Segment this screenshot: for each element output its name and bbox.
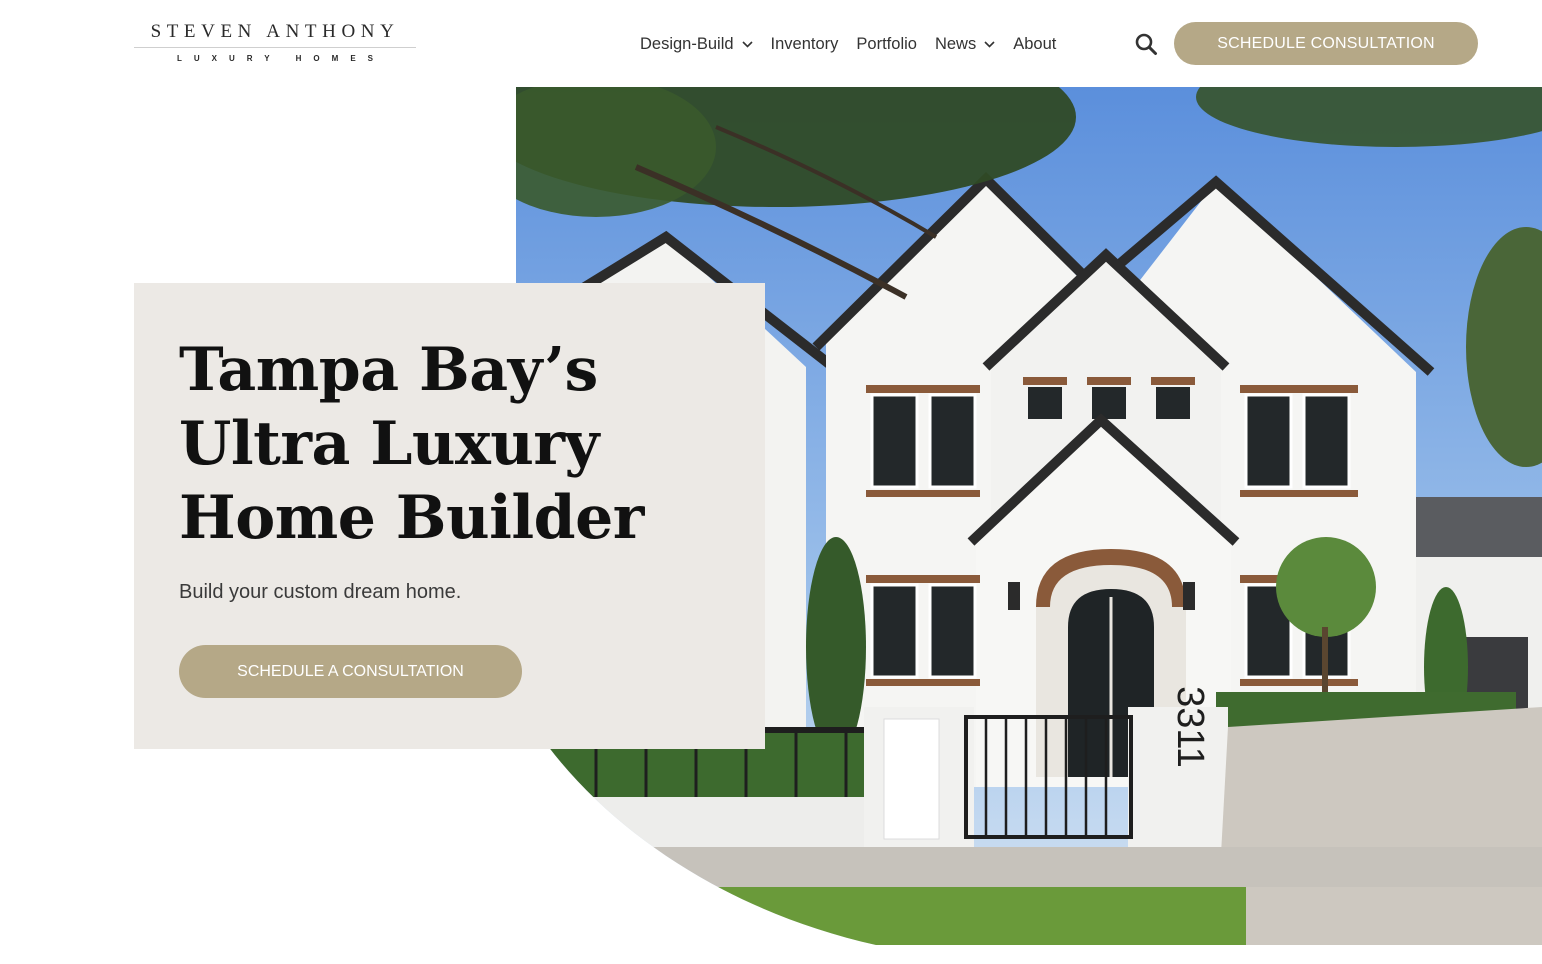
logo-name: STEVEN ANTHONY <box>150 21 400 42</box>
search-button[interactable] <box>1134 32 1158 56</box>
main-nav: Design-Build Inventory Portfolio News Ab… <box>640 32 1056 56</box>
nav-item-label: News <box>934 34 977 53</box>
nav-item-design-build[interactable]: Design-Build <box>640 35 753 54</box>
nav-item-news[interactable]: News <box>935 35 995 54</box>
nav-item-portfolio[interactable]: Portfolio <box>856 35 917 54</box>
nav-item-inventory[interactable]: Inventory <box>771 35 839 54</box>
chevron-down-icon <box>984 40 995 48</box>
search-icon <box>1135 33 1157 55</box>
hero-subtitle: Build your custom dream home. <box>179 581 462 603</box>
hero-card: Tampa Bay’s Ultra Luxury Home Builder Bu… <box>134 283 765 749</box>
nav-item-label: Inventory <box>770 34 839 53</box>
nav-item-label: About <box>1013 34 1057 53</box>
logo-tagline: LUXURY HOMES <box>176 54 385 63</box>
schedule-a-consultation-button[interactable]: SCHEDULE A CONSULTATION <box>179 645 522 698</box>
house-number: 3311 <box>1169 686 1211 768</box>
schedule-consultation-button[interactable]: SCHEDULE CONSULTATION <box>1174 22 1478 65</box>
nav-item-label: Portfolio <box>856 34 917 53</box>
nav-item-label: Design-Build <box>640 34 734 53</box>
nav-item-about[interactable]: About <box>1013 35 1056 54</box>
chevron-down-icon <box>741 40 753 48</box>
hero-title: Tampa Bay’s Ultra Luxury Home Builder <box>179 335 644 553</box>
site-logo[interactable]: STEVEN ANTHONY LUXURY HOMES <box>134 22 416 63</box>
logo-divider <box>134 47 416 48</box>
